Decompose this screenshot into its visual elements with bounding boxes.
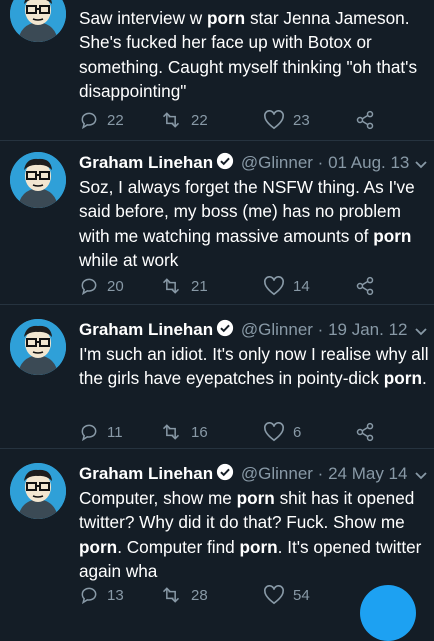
tweet-actions: 13 28 54 xyxy=(79,583,379,607)
like-button[interactable]: 6 xyxy=(263,420,301,444)
like-button[interactable]: 14 xyxy=(263,274,310,298)
tweet-date[interactable]: 19 Jan. 12 xyxy=(328,320,407,339)
tweet-card[interactable]: Graham Linehan @Glinner · 01 Aug. 13 Soz… xyxy=(0,141,434,299)
display-name[interactable]: Graham Linehan xyxy=(79,464,213,483)
tweet-text: Soz, I always forget the NSFW thing. As … xyxy=(79,177,415,271)
share-icon xyxy=(356,110,374,130)
retweet-icon xyxy=(162,112,180,128)
avatar[interactable] xyxy=(10,0,66,42)
tweet-actions: 11 16 6 xyxy=(79,420,379,444)
retweet-icon xyxy=(162,587,180,603)
verified-badge-icon xyxy=(217,463,234,481)
tweet-text: Computer, show me porn shit has it opene… xyxy=(79,488,422,582)
reply-button[interactable]: 11 xyxy=(79,420,123,444)
tweet-header: Graham Linehan @Glinner · 24 May 14 xyxy=(79,463,407,484)
reply-icon xyxy=(81,278,97,296)
heart-icon xyxy=(264,110,284,130)
like-count: 54 xyxy=(293,586,310,604)
retweet-button[interactable]: 22 xyxy=(159,108,208,132)
chevron-down-icon[interactable] xyxy=(414,324,428,338)
share-icon xyxy=(356,422,374,442)
reply-count: 11 xyxy=(107,423,123,441)
tweet-header: Graham Linehan @Glinner · 19 Jan. 12 xyxy=(79,319,407,340)
tweet-card[interactable]: Saw interview w porn star Jenna Jameson.… xyxy=(0,0,434,136)
retweet-button[interactable]: 28 xyxy=(159,583,208,607)
heart-icon xyxy=(264,276,284,296)
separator-dot: · xyxy=(317,320,324,339)
tweet-text: I'm such an idiot. It's only now I reali… xyxy=(79,344,429,389)
avatar[interactable] xyxy=(10,152,66,208)
display-name[interactable]: Graham Linehan xyxy=(79,320,213,339)
tweet-date[interactable]: 01 Aug. 13 xyxy=(328,153,409,172)
reply-icon xyxy=(81,424,97,442)
retweet-count: 22 xyxy=(191,111,208,129)
verified-badge-icon xyxy=(217,152,234,170)
chevron-down-icon[interactable] xyxy=(414,157,428,171)
retweet-button[interactable]: 16 xyxy=(159,420,208,444)
user-handle[interactable]: @Glinner xyxy=(241,320,313,339)
like-count: 6 xyxy=(293,423,302,441)
retweet-count: 21 xyxy=(191,277,208,295)
user-handle[interactable]: @Glinner xyxy=(241,464,313,483)
like-button[interactable]: 54 xyxy=(263,583,310,607)
retweet-icon xyxy=(162,424,180,440)
like-count: 14 xyxy=(293,277,310,295)
reply-button[interactable]: 22 xyxy=(79,108,124,132)
tweet-date[interactable]: 24 May 14 xyxy=(328,464,407,483)
retweet-count: 16 xyxy=(191,423,208,441)
tweet-text: Saw interview w porn star Jenna Jameson.… xyxy=(79,8,418,102)
avatar[interactable] xyxy=(10,319,66,375)
reply-button[interactable]: 13 xyxy=(79,583,124,607)
retweet-count: 28 xyxy=(191,586,208,604)
tweet-actions: 20 21 14 xyxy=(79,274,379,298)
tweet-header: Graham Linehan @Glinner · 01 Aug. 13 xyxy=(79,152,409,173)
reply-icon xyxy=(81,112,97,130)
compose-tweet-button[interactable] xyxy=(360,585,416,641)
heart-icon xyxy=(264,585,284,605)
reply-count: 13 xyxy=(107,586,124,604)
separator-dot: · xyxy=(317,464,324,483)
chevron-down-icon[interactable] xyxy=(414,468,428,482)
share-button[interactable] xyxy=(355,420,375,444)
like-button[interactable]: 23 xyxy=(263,108,310,132)
display-name[interactable]: Graham Linehan xyxy=(79,153,213,172)
reply-count: 20 xyxy=(107,277,124,295)
like-count: 23 xyxy=(293,111,310,129)
retweet-icon xyxy=(162,278,180,294)
share-button[interactable] xyxy=(355,108,375,132)
tweet-actions: 22 22 23 xyxy=(79,108,379,132)
user-handle[interactable]: @Glinner xyxy=(241,153,313,172)
tweet-card[interactable]: Graham Linehan @Glinner · 24 May 14 Comp… xyxy=(0,449,434,605)
share-button[interactable] xyxy=(355,274,375,298)
separator-dot: · xyxy=(317,153,324,172)
retweet-button[interactable]: 21 xyxy=(159,274,208,298)
share-icon xyxy=(356,276,374,296)
avatar[interactable] xyxy=(10,463,66,519)
heart-icon xyxy=(264,422,284,442)
verified-badge-icon xyxy=(217,319,234,337)
reply-icon xyxy=(81,587,97,605)
tweet-card[interactable]: Graham Linehan @Glinner · 19 Jan. 12 I'm… xyxy=(0,305,434,445)
reply-count: 22 xyxy=(107,111,124,129)
reply-button[interactable]: 20 xyxy=(79,274,124,298)
